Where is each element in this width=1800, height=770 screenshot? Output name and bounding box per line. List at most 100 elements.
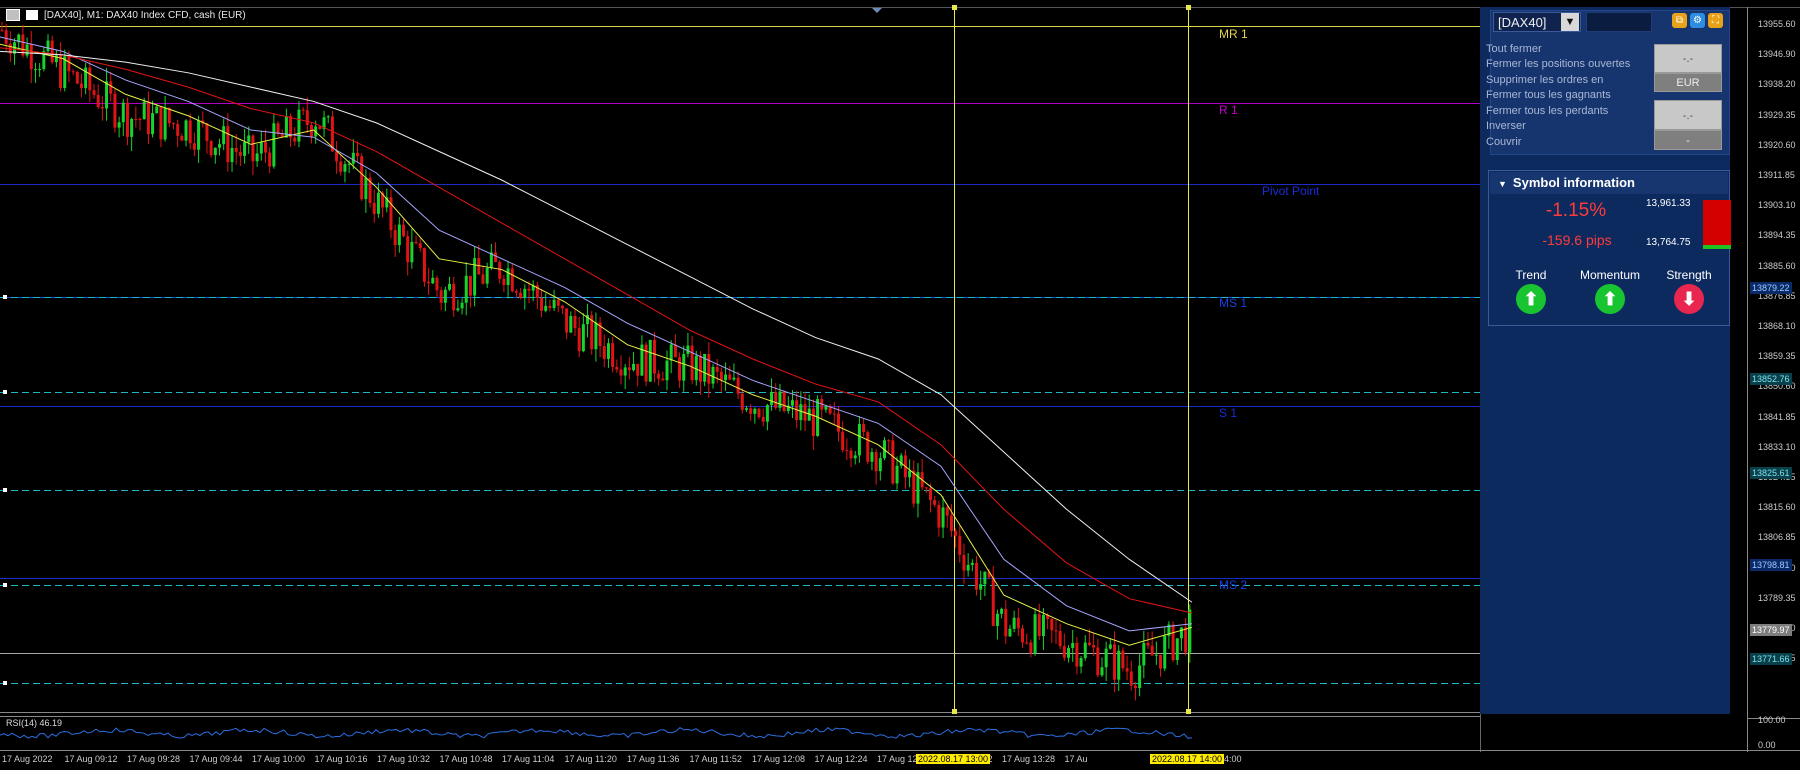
candle-body: [1008, 628, 1012, 637]
candle-body: [673, 344, 677, 358]
collapse-icon[interactable]: ▼: [1498, 173, 1507, 195]
candle-body: [247, 135, 251, 143]
chart-menu-icon[interactable]: [6, 9, 20, 21]
candle-body: [498, 262, 502, 279]
menu-reverse[interactable]: Inverser: [1486, 120, 1526, 132]
candle-body: [29, 44, 33, 70]
time-tick: 17 Aug 10:32: [377, 754, 431, 764]
copy-icon[interactable]: ⧉: [1672, 13, 1687, 28]
candle-body: [682, 354, 686, 381]
candle-body: [443, 289, 447, 303]
gear-icon[interactable]: ⚙: [1690, 13, 1705, 28]
price-tick: 13806.85: [1758, 532, 1796, 543]
candle-body: [615, 366, 619, 370]
candle-body: [728, 374, 732, 380]
lot-value-button[interactable]: -.-: [1654, 44, 1722, 73]
candle-body: [941, 507, 945, 528]
candle-body: [770, 392, 774, 406]
candle-body: [560, 305, 564, 309]
candle-body: [565, 308, 569, 333]
candle-body: [1092, 644, 1096, 648]
candle-body: [853, 455, 857, 459]
candle-body: [1142, 642, 1146, 666]
pl-currency-button[interactable]: -: [1654, 130, 1722, 150]
candle-body: [151, 113, 155, 135]
candle-body: [0, 29, 4, 31]
menu-close-winners[interactable]: Fermer tous les gagnants: [1486, 89, 1611, 101]
candle-body: [740, 393, 744, 410]
candle-body: [552, 299, 556, 309]
candle-body: [167, 107, 171, 124]
chevron-down-icon[interactable]: ▼: [1561, 13, 1579, 31]
price-tick: 13938.20: [1758, 79, 1796, 90]
time-tick: 17 Aug 11:20: [564, 754, 617, 764]
candle-body: [485, 268, 489, 284]
candle-body: [188, 120, 192, 144]
menu-close-all[interactable]: Tout fermer: [1486, 43, 1542, 55]
candle-body: [67, 56, 71, 72]
candle-body: [468, 275, 472, 296]
candle-body: [929, 488, 933, 501]
symbol-input[interactable]: [1586, 12, 1652, 32]
candle-body: [1138, 665, 1142, 689]
candle-body: [924, 487, 928, 489]
candle-body: [50, 40, 54, 63]
candle-body: [494, 252, 498, 263]
candle-body: [774, 392, 778, 408]
candle-body: [238, 151, 242, 156]
candle-body: [230, 147, 234, 163]
candle-body: [502, 278, 506, 286]
candle-body: [623, 367, 627, 376]
menu-close-losers[interactable]: Fermer tous les perdants: [1486, 105, 1608, 117]
candle-body: [473, 258, 477, 296]
level-label-s1: S 1: [1219, 406, 1238, 420]
candle-body: [397, 224, 401, 246]
candle-body: [652, 339, 656, 374]
candle-body: [38, 68, 42, 70]
price-tag: 13852.76: [1750, 372, 1792, 385]
menu-delete-orders[interactable]: Supprimer les ordres en: [1486, 74, 1603, 86]
level-label-r1: R 1: [1219, 103, 1238, 117]
candle-body: [351, 152, 355, 164]
candle-body: [243, 142, 247, 156]
candle-body: [456, 308, 460, 311]
candle-body: [1117, 650, 1121, 680]
symbol-info-header[interactable]: ▼ Symbol information: [1490, 172, 1728, 194]
candle-body: [422, 248, 426, 282]
candle-body: [272, 123, 276, 167]
menu-hedge[interactable]: Couvrir: [1486, 136, 1521, 148]
change-percent: -1.15%: [1545, 200, 1607, 221]
candle-body: [966, 564, 970, 571]
candle-body: [448, 283, 452, 290]
candle-body: [648, 339, 652, 382]
candle-body: [1154, 654, 1158, 656]
candle-body: [732, 377, 736, 380]
candle-body: [109, 81, 113, 94]
candle-body: [213, 147, 217, 156]
candle-body: [1175, 638, 1179, 661]
candle-body: [556, 299, 560, 306]
candle-body: [707, 353, 711, 384]
price-tag: 13771.66: [1750, 652, 1792, 665]
candle-body: [577, 328, 581, 352]
candle-body: [824, 406, 828, 410]
candle-body: [887, 440, 891, 442]
time-tick: 17 Aug 2022: [2, 754, 53, 764]
candle-body: [698, 355, 702, 382]
pl-value-button[interactable]: -.-: [1654, 100, 1722, 130]
candle-body: [506, 268, 510, 286]
candle-body: [573, 315, 577, 329]
menu-close-open-positions[interactable]: Fermer les positions ouvertes: [1486, 58, 1630, 70]
candle-body: [678, 357, 682, 381]
candle-body: [891, 440, 895, 484]
candle-body: [4, 30, 8, 44]
currency-button[interactable]: EUR: [1654, 73, 1722, 92]
candle-body: [343, 164, 347, 172]
price-tag: 13879.22: [1750, 281, 1792, 294]
expand-icon[interactable]: ⛶: [1708, 13, 1723, 28]
candle-body: [364, 177, 368, 200]
candlestick-chart-icon[interactable]: [26, 10, 38, 20]
candle-body: [171, 123, 175, 125]
candle-body: [849, 450, 853, 459]
time-tick: 17 Aug 10:16: [314, 754, 368, 764]
